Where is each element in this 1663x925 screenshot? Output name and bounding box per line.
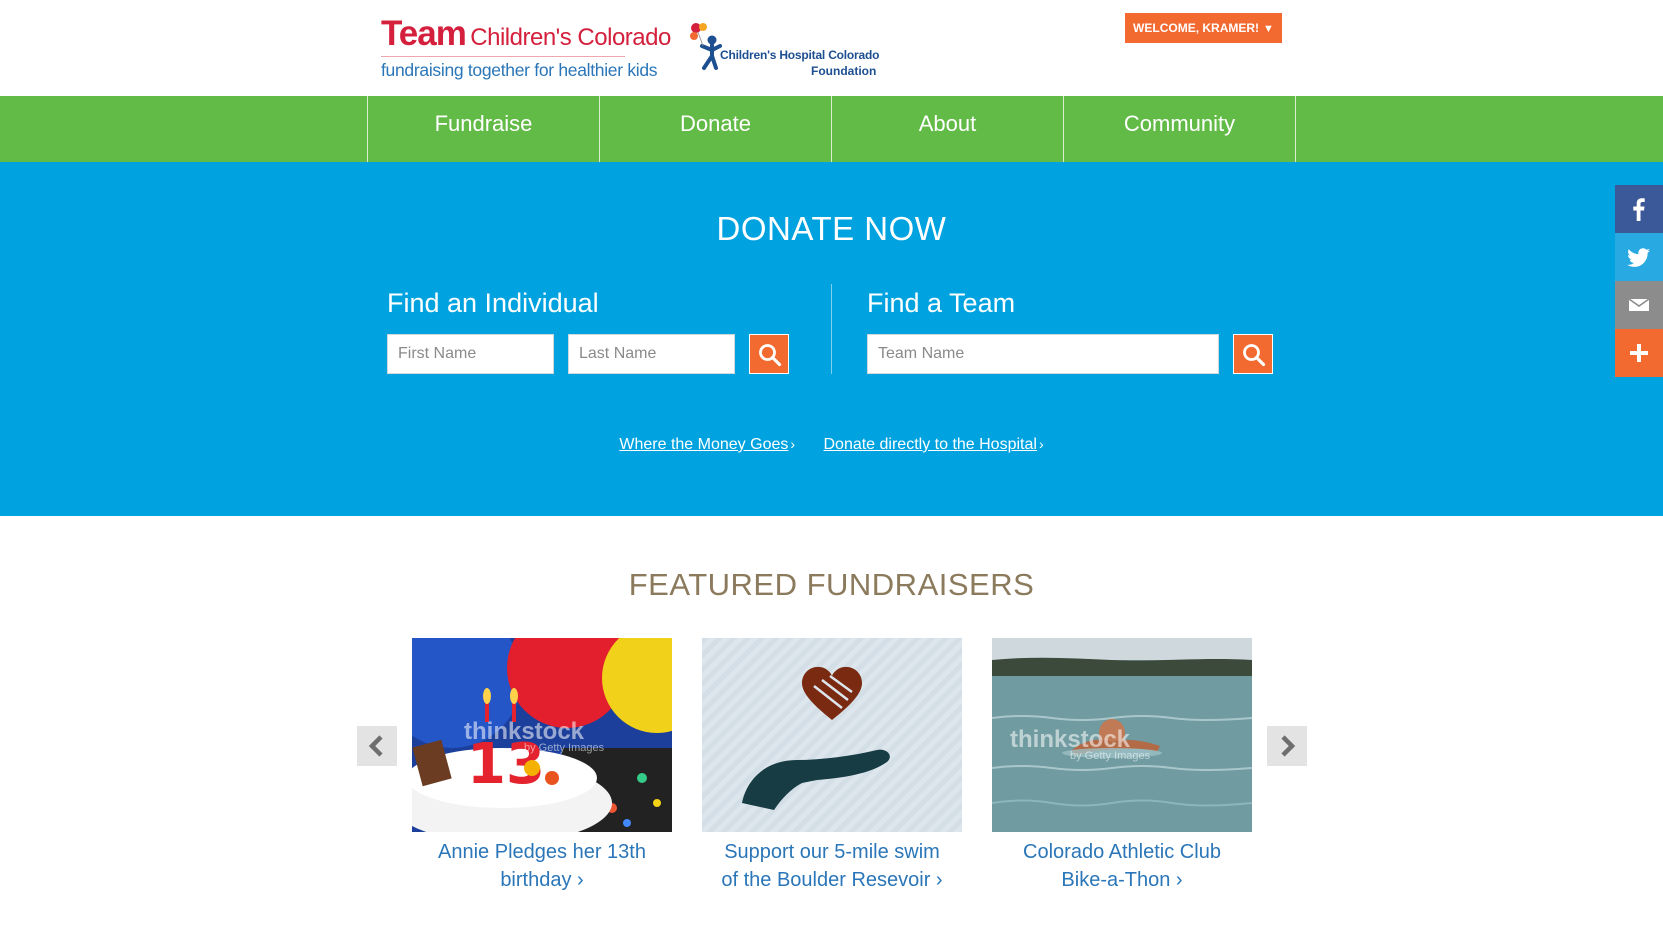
foundation-subtitle: Foundation [811,64,877,78]
first-name-input[interactable]: First Name [387,334,554,374]
carousel-next-button[interactable] [1267,726,1307,766]
find-team-heading: Find a Team [867,288,1016,318]
nav-item-community[interactable]: Community [1064,96,1296,162]
social-share-bar [1615,185,1663,377]
carousel-prev-button[interactable] [357,726,397,766]
caret-down-icon: ▼ [1263,23,1274,35]
chevron-left-icon [368,735,383,757]
hospital-foundation-logo[interactable]: Children's Hospital Colorado Foundation [690,22,890,80]
nav-item-fundraise[interactable]: Fundraise [368,96,600,162]
last-name-input[interactable]: Last Name [568,334,735,374]
team-childrens-colorado-logo[interactable]: Team Children's Colorado fundraising tog… [381,14,671,81]
thinkstock-watermark: thinkstock by Getty Images [464,718,605,754]
search-icon [1243,344,1266,367]
balloon-figure-icon [690,23,722,70]
swimmer-lake-image[interactable]: thinkstock by Getty Images [992,638,1252,832]
foundation-name: Children's Hospital Colorado [720,48,880,62]
welcome-label: WELCOME, KRAMER! [1133,21,1260,35]
donate-links: Where the Money Goes › Donate directly to… [0,436,1663,454]
birthday-cake-image[interactable]: 13 thinkstock by Getty Images [412,638,672,832]
logo-tagline: fundraising together for healthier kids [381,60,658,80]
facebook-share-button[interactable] [1615,185,1663,233]
search-icon [759,344,782,367]
nav-item-donate[interactable]: Donate [600,96,832,162]
twitter-share-button[interactable] [1615,233,1663,281]
logo-team-word: Team [381,14,467,53]
fundraiser-card[interactable]: thinkstock by Getty Images Colorado Athl… [992,638,1252,894]
section-divider [831,284,832,374]
fundraiser-caption[interactable]: Colorado Athletic Club Bike-a-Thon › [992,838,1252,894]
individual-search-button[interactable] [749,334,789,374]
donate-now-title: DONATE NOW [716,210,947,247]
featured-fundraisers-title: FEATURED FUNDRAISERS [628,567,1035,602]
fundraiser-card[interactable]: Support our 5-mile swim of the Boulder R… [702,638,962,894]
chevron-right-icon [1281,735,1296,757]
logo-rule [381,56,625,57]
email-icon [1628,298,1650,311]
thinkstock-watermark: thinkstock by Getty Images [1010,726,1151,762]
fundraiser-caption[interactable]: Annie Pledges her 13th birthday › [412,838,672,894]
where-money-goes-link[interactable]: Where the Money Goes [619,436,788,453]
site-header: Team Children's Colorado fundraising tog… [0,0,1663,96]
chevron-right-icon: › [790,436,796,452]
donate-to-hospital-link[interactable]: Donate directly to the Hospital [823,436,1036,453]
main-nav: Fundraise Donate About Community [0,96,1663,162]
facebook-icon [1633,198,1645,221]
find-individual-heading: Find an Individual [387,288,599,318]
chevron-right-icon: › [1038,436,1044,452]
team-name-input[interactable]: Team Name [867,334,1219,374]
heart-hand-image[interactable] [702,638,962,832]
plus-icon [1630,344,1648,362]
team-search-button[interactable] [1233,334,1273,374]
donate-now-section: DONATE NOW Find an Individual Find a Tea… [0,162,1663,516]
welcome-user-button[interactable]: WELCOME, KRAMER! ▼ [1125,13,1282,43]
fundraiser-card[interactable]: 13 thinkstock by Getty Images Annie Pled… [412,638,672,894]
twitter-icon [1627,248,1650,267]
logo-team-name: Children's Colorado [470,24,671,51]
email-share-button[interactable] [1615,281,1663,329]
more-share-button[interactable] [1615,329,1663,377]
fundraiser-caption[interactable]: Support our 5-mile swim of the Boulder R… [702,838,962,894]
nav-item-about[interactable]: About [832,96,1064,162]
